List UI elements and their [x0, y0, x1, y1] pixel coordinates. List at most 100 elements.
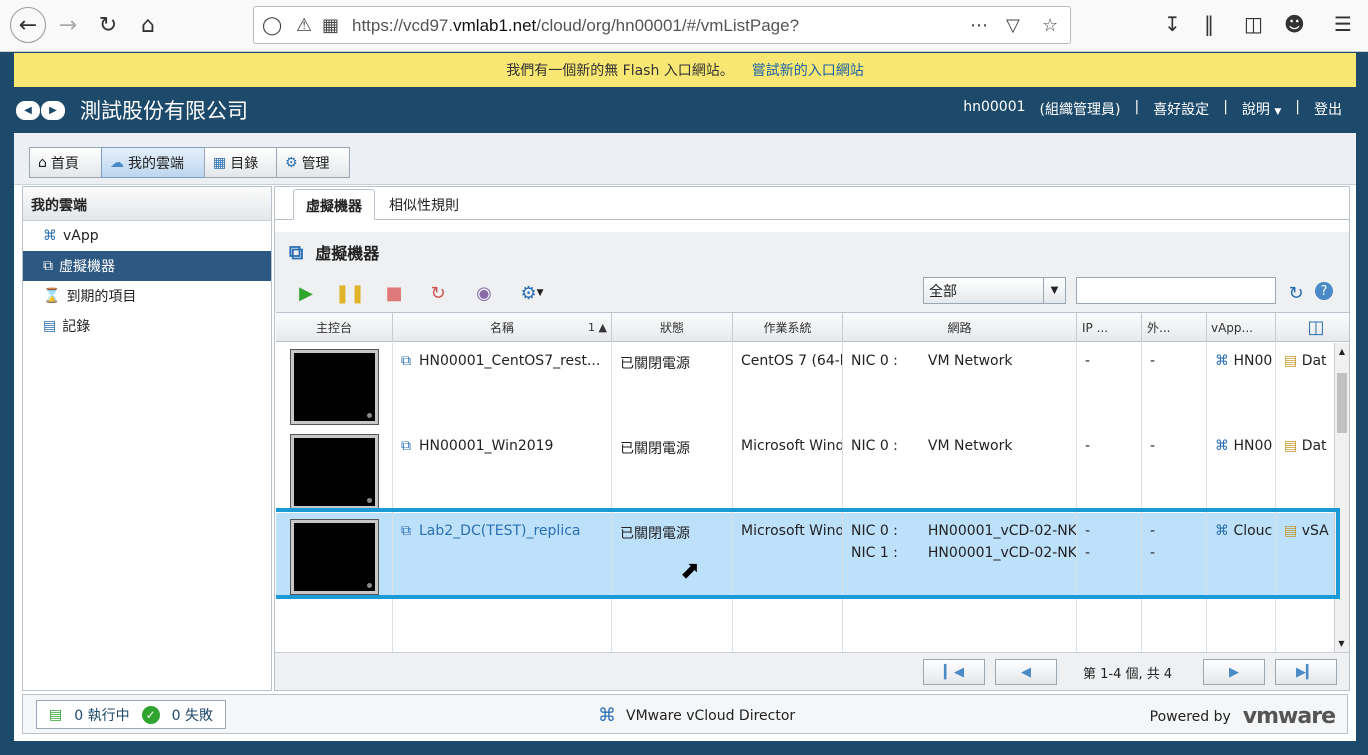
network-name: HN00001_vCD-02-NK-IN	[927, 523, 1076, 539]
sidebar-item-vms[interactable]: ⧉ 虛擬機器	[23, 251, 271, 281]
vapp-cell[interactable]: ⌘ Clouc	[1207, 513, 1276, 598]
empty-cell	[1207, 598, 1276, 652]
chevron-down-icon[interactable]: ▼	[1043, 278, 1065, 303]
console-cell[interactable]	[276, 343, 393, 428]
tab-mycloud[interactable]: ☁ 我的雲端	[101, 147, 205, 178]
tab-home-label: 首頁	[50, 155, 79, 172]
col-console[interactable]: 主控台	[276, 313, 393, 342]
nav-back-arrow-icon[interactable]: ◀	[16, 101, 40, 120]
tab-admin[interactable]: ⚙ 管理	[276, 147, 350, 178]
account-icon[interactable]: ☻	[1284, 12, 1305, 36]
scroll-thumb[interactable]	[1337, 373, 1347, 433]
col-os[interactable]: 作業系統	[733, 313, 843, 342]
actions-gear-icon[interactable]: ⚙ ▼	[515, 282, 549, 304]
col-network[interactable]: 網路	[843, 313, 1077, 342]
permissions-icon[interactable]: ▦	[322, 15, 339, 36]
top-nav: ⌂ 首頁 ☁ 我的雲端 ▦ 目錄 ⚙ 管理	[14, 133, 1356, 185]
first-page-icon[interactable]: ▎◀	[923, 659, 985, 685]
download-icon[interactable]: ↧	[1164, 12, 1181, 36]
table-row[interactable]: ⧉ HN00001_Win2019 已關閉電源 Microsoft Windo N…	[276, 428, 1334, 513]
tab-affinity[interactable]: 相似性規則	[377, 189, 471, 220]
vapp-cell[interactable]: ⌘ HN00	[1207, 343, 1276, 428]
power-on-icon[interactable]: ▶	[295, 282, 317, 304]
reset-icon[interactable]: ↻	[427, 282, 449, 304]
name-cell[interactable]: ⧉ Lab2_DC(TEST)_replica	[393, 513, 612, 598]
external-ip-cell: -	[1142, 343, 1207, 428]
logout-link[interactable]: 登出	[1314, 99, 1342, 119]
filter-select[interactable]: 全部 ▼	[923, 277, 1066, 304]
reload-icon[interactable]: ↻	[90, 7, 126, 43]
media-icon[interactable]: ◉	[473, 282, 495, 304]
os-cell: CentOS 7 (64-b	[733, 343, 843, 428]
tasks-icon: ▤	[49, 706, 63, 723]
scroll-down-icon[interactable]: ▼	[1335, 639, 1348, 648]
vertical-scrollbar[interactable]: ▲ ▼	[1334, 343, 1349, 652]
browser-toolbar: ← → ↻ ⌂ ◯ ⚠ ▦ https://vcd97.vmlab1.net/c…	[0, 0, 1368, 52]
col-status[interactable]: 狀態	[612, 313, 733, 342]
help-icon[interactable]: ?	[1315, 282, 1333, 300]
preferences-link[interactable]: 喜好設定	[1153, 99, 1209, 119]
tab-mycloud-label: 我的雲端	[128, 155, 184, 172]
help-menu[interactable]: 說明 ▼	[1242, 99, 1281, 119]
log-icon: ▤	[43, 318, 57, 334]
nav-forward-arrow-icon[interactable]: ▶	[41, 101, 65, 120]
insecure-lock-icon[interactable]: ⚠	[296, 15, 312, 36]
url-text[interactable]: https://vcd97.vmlab1.net/cloud/org/hn000…	[352, 16, 799, 36]
sidebar-item-label: vApp	[63, 228, 99, 244]
forward-icon[interactable]: →	[50, 7, 86, 43]
sidebar-toggle-icon[interactable]: ◫	[1244, 12, 1263, 36]
back-icon[interactable]: ←	[10, 7, 46, 43]
sidebar-item-expired[interactable]: ⌛ 到期的項目	[23, 281, 271, 311]
sidebar-item-label: 記錄	[62, 319, 91, 335]
new-portal-link[interactable]: 嘗試新的入口網站	[752, 60, 864, 80]
last-page-icon[interactable]: ▶▎	[1275, 659, 1337, 685]
name-cell[interactable]: ⧉ HN00001_Win2019	[393, 428, 612, 513]
col-external[interactable]: 外...	[1142, 313, 1207, 342]
network-cell: NIC 0 : VM Network	[843, 428, 1077, 513]
tab-home[interactable]: ⌂ 首頁	[29, 147, 102, 178]
powered-by: Powered by vmware	[1150, 704, 1336, 729]
scroll-up-icon[interactable]: ▲	[1335, 347, 1349, 356]
more-actions-icon[interactable]: ⋯	[970, 15, 988, 36]
sidebar-item-vapp[interactable]: ⌘ vApp	[23, 221, 271, 251]
refresh-icon[interactable]: ↻	[1285, 282, 1307, 304]
search-input[interactable]	[1076, 277, 1276, 304]
library-icon[interactable]: ‖	[1204, 12, 1214, 36]
console-thumbnail[interactable]	[290, 519, 379, 595]
suspend-icon[interactable]: ❚❚	[335, 282, 365, 304]
shield-icon[interactable]: ◯	[262, 15, 282, 36]
prev-page-icon[interactable]: ◀	[995, 659, 1057, 685]
pocket-icon[interactable]: ▽	[1006, 15, 1020, 36]
console-thumbnail[interactable]	[290, 434, 379, 510]
table-row[interactable]: ⧉ HN00001_CentOS7_rest... 已關閉電源 CentOS 7 …	[276, 343, 1334, 428]
console-cell[interactable]	[276, 428, 393, 513]
sidebar-item-logs[interactable]: ▤ 記錄	[23, 311, 271, 341]
table-row-selected[interactable]: ⧉ Lab2_DC(TEST)_replica 已關閉電源 Microsoft W…	[276, 513, 1334, 598]
menu-icon[interactable]: ☰	[1334, 12, 1352, 36]
task-status[interactable]: ▤ 0 執行中 ✓ 0 失敗	[36, 700, 226, 729]
address-bar[interactable]: ◯ ⚠ ▦ https://vcd97.vmlab1.net/cloud/org…	[253, 6, 1071, 44]
column-chooser-icon[interactable]: ◫	[1301, 313, 1331, 342]
col-vapp[interactable]: vApp...	[1207, 313, 1276, 342]
home-icon[interactable]: ⌂	[130, 7, 166, 43]
power-off-icon[interactable]: ■	[383, 282, 405, 304]
hourglass-icon: ⌛	[43, 288, 61, 304]
col-label: 網路	[947, 321, 972, 335]
running-count: 0 執行中	[74, 707, 130, 724]
col-label: 名稱	[489, 321, 514, 335]
empty-cell	[1077, 598, 1142, 652]
next-page-icon[interactable]: ▶	[1203, 659, 1265, 685]
datastore-icon: ▤	[1284, 353, 1298, 369]
console-cell[interactable]	[276, 513, 393, 598]
vapp-cell[interactable]: ⌘ HN00	[1207, 428, 1276, 513]
console-thumbnail[interactable]	[290, 349, 379, 425]
sidebar-item-label: 虛擬機器	[59, 259, 115, 275]
ip-cell: --	[1077, 513, 1142, 598]
network-cell: NIC 0 : VM Network	[843, 343, 1077, 428]
col-name[interactable]: 名稱 1 ▲	[393, 313, 612, 342]
tab-catalog[interactable]: ▦ 目錄	[204, 147, 277, 178]
name-cell[interactable]: ⧉ HN00001_CentOS7_rest...	[393, 343, 612, 428]
tab-vms[interactable]: 虛擬機器	[293, 189, 375, 220]
bookmark-star-icon[interactable]: ☆	[1042, 15, 1058, 36]
col-ip[interactable]: IP ...	[1077, 313, 1142, 342]
